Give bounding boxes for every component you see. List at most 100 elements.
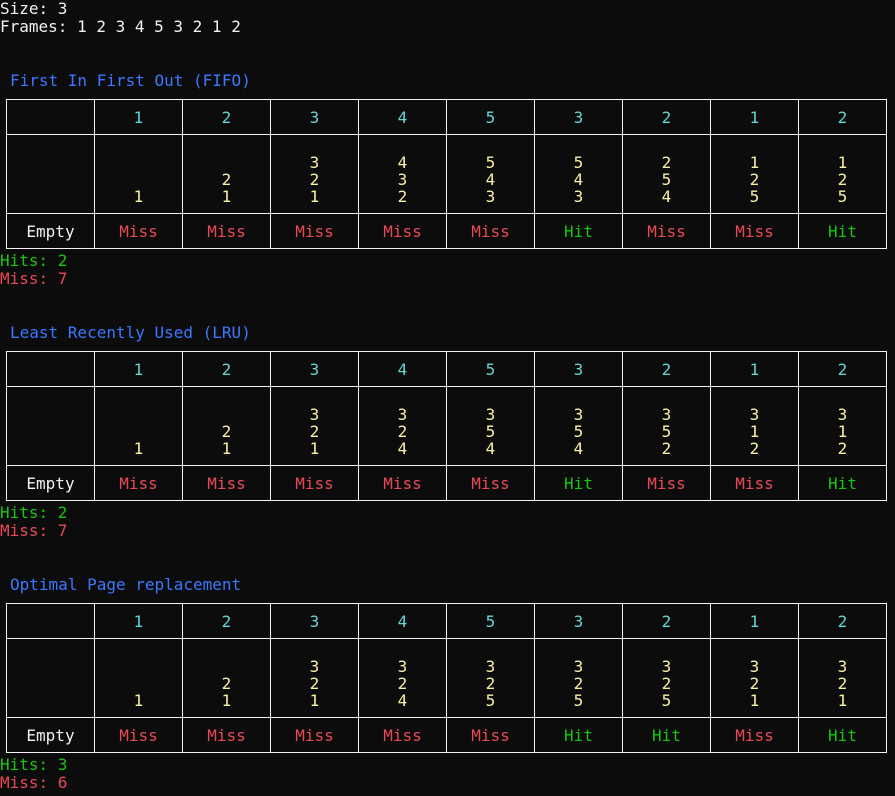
frame-value: 5 [661,170,672,189]
reference-cell: 3 [270,99,359,135]
page-table: 1 2 3 4 5 3 2 1 2 1 2 1 3 2 1 3 2 4 3 5 4 3 5 4 3 5 2 3 1 2 3 1 2 Empty Mi… [6,351,887,501]
frame-value: 3 [661,405,672,424]
frames-row: 121321324325325325321321 [6,638,887,718]
frames-line: Frames: 1 2 3 4 5 3 2 1 2 [0,17,241,36]
miss-count: Miss: 6 [0,773,68,792]
reference-cell: 1 [94,99,183,135]
reference-cell: 2 [182,99,271,135]
frame-value: 4 [397,439,408,458]
frame-cell: 321 [798,638,887,718]
frame-value: 2 [749,439,760,458]
frame-value: 1 [749,691,760,710]
frame-cell: 125 [710,134,799,214]
reference-cell: 2 [182,351,271,387]
frame-value: 3 [837,657,848,676]
frame-value: 2 [573,674,584,693]
frame-value: 2 [661,153,672,172]
frame-value: 2 [309,674,320,693]
frame-value: 2 [397,674,408,693]
frame-value: 1 [133,691,144,710]
frame-value: 1 [837,422,848,441]
hit-status: Hit [534,465,623,501]
frame-cell: 324 [358,386,447,466]
frame-value: 3 [661,657,672,676]
reference-cell: 1 [94,351,183,387]
frame-value: 2 [661,439,672,458]
section-title: Optimal Page replacement [10,575,242,594]
frame-value: 3 [397,405,408,424]
frame-value: 2 [397,187,408,206]
frame-value: 3 [573,657,584,676]
hits-count: Hits: 3 [0,755,68,774]
reference-cell: 1 [94,603,183,639]
frame-value: 4 [485,170,496,189]
frame-value: 1 [309,439,320,458]
frame-value: 2 [221,674,232,693]
frame-value: 3 [309,153,320,172]
frames-row: 121321324354354352312312 [6,386,887,466]
frame-value: 1 [749,422,760,441]
frame-cell: 312 [710,386,799,466]
miss-status: Miss [358,465,447,501]
miss-status: Miss [710,213,799,249]
hit-status: Hit [534,213,623,249]
reference-row: 123453212 [6,351,887,387]
reference-cell: 5 [446,603,535,639]
frame-cell: 325 [534,638,623,718]
corner-cell [6,351,95,387]
empty-label: Empty [6,465,95,501]
frame-value: 1 [309,691,320,710]
miss-count: Miss: 7 [0,521,68,540]
frame-value: 5 [485,422,496,441]
miss-status: Miss [358,717,447,753]
frame-cell: 1 [94,134,183,214]
frame-value: 5 [573,422,584,441]
frame-value: 5 [485,691,496,710]
page-table: 1 2 3 4 5 3 2 1 2 1 2 1 3 2 1 3 2 4 3 2 5 3 2 5 3 2 5 3 2 1 3 2 1 Empty Mi… [6,603,887,753]
reference-cell: 2 [798,603,887,639]
reference-cell: 2 [622,351,711,387]
frame-value: 1 [133,439,144,458]
frame-cell: 324 [358,638,447,718]
reference-cell: 3 [534,99,623,135]
frame-value: 2 [397,422,408,441]
section-title: Least Recently Used (LRU) [10,323,251,342]
frame-value: 3 [485,187,496,206]
hit-status: Hit [798,465,887,501]
reference-cell: 4 [358,99,447,135]
frame-value: 3 [573,405,584,424]
frame-cell: 543 [446,134,535,214]
frame-value: 3 [397,657,408,676]
frame-value: 3 [749,657,760,676]
miss-status: Miss [358,213,447,249]
frame-value: 2 [221,170,232,189]
frames-label-cell [6,134,95,214]
reference-cell: 4 [358,351,447,387]
frame-value: 4 [573,170,584,189]
miss-status: Miss [270,717,359,753]
frame-cell: 254 [622,134,711,214]
miss-status: Miss [182,213,271,249]
frame-value: 2 [749,170,760,189]
hits-count: Hits: 2 [0,503,68,522]
frames-label-cell [6,386,95,466]
frame-value: 1 [221,439,232,458]
miss-status: Miss [622,213,711,249]
hit-status: Hit [798,213,887,249]
frame-value: 1 [749,153,760,172]
frame-value: 2 [837,674,848,693]
frame-value: 2 [837,170,848,189]
frame-value: 3 [749,405,760,424]
reference-cell: 2 [622,99,711,135]
frame-cell: 1 [94,638,183,718]
page-table: 1 2 3 4 5 3 2 1 2 1 2 1 3 2 1 4 3 2 5 4 3 5 4 3 2 5 4 1 2 5 1 2 5 Empty Mi… [6,99,887,249]
reference-row: 123453212 [6,603,887,639]
frame-value: 5 [661,422,672,441]
frame-value: 5 [485,153,496,172]
status-row: Empty Miss Miss Miss Miss Miss Hit Miss Miss Hit [6,465,887,501]
reference-cell: 3 [270,351,359,387]
frame-cell: 352 [622,386,711,466]
reference-cell: 4 [358,603,447,639]
reference-cell: 5 [446,99,535,135]
frame-value: 3 [309,657,320,676]
